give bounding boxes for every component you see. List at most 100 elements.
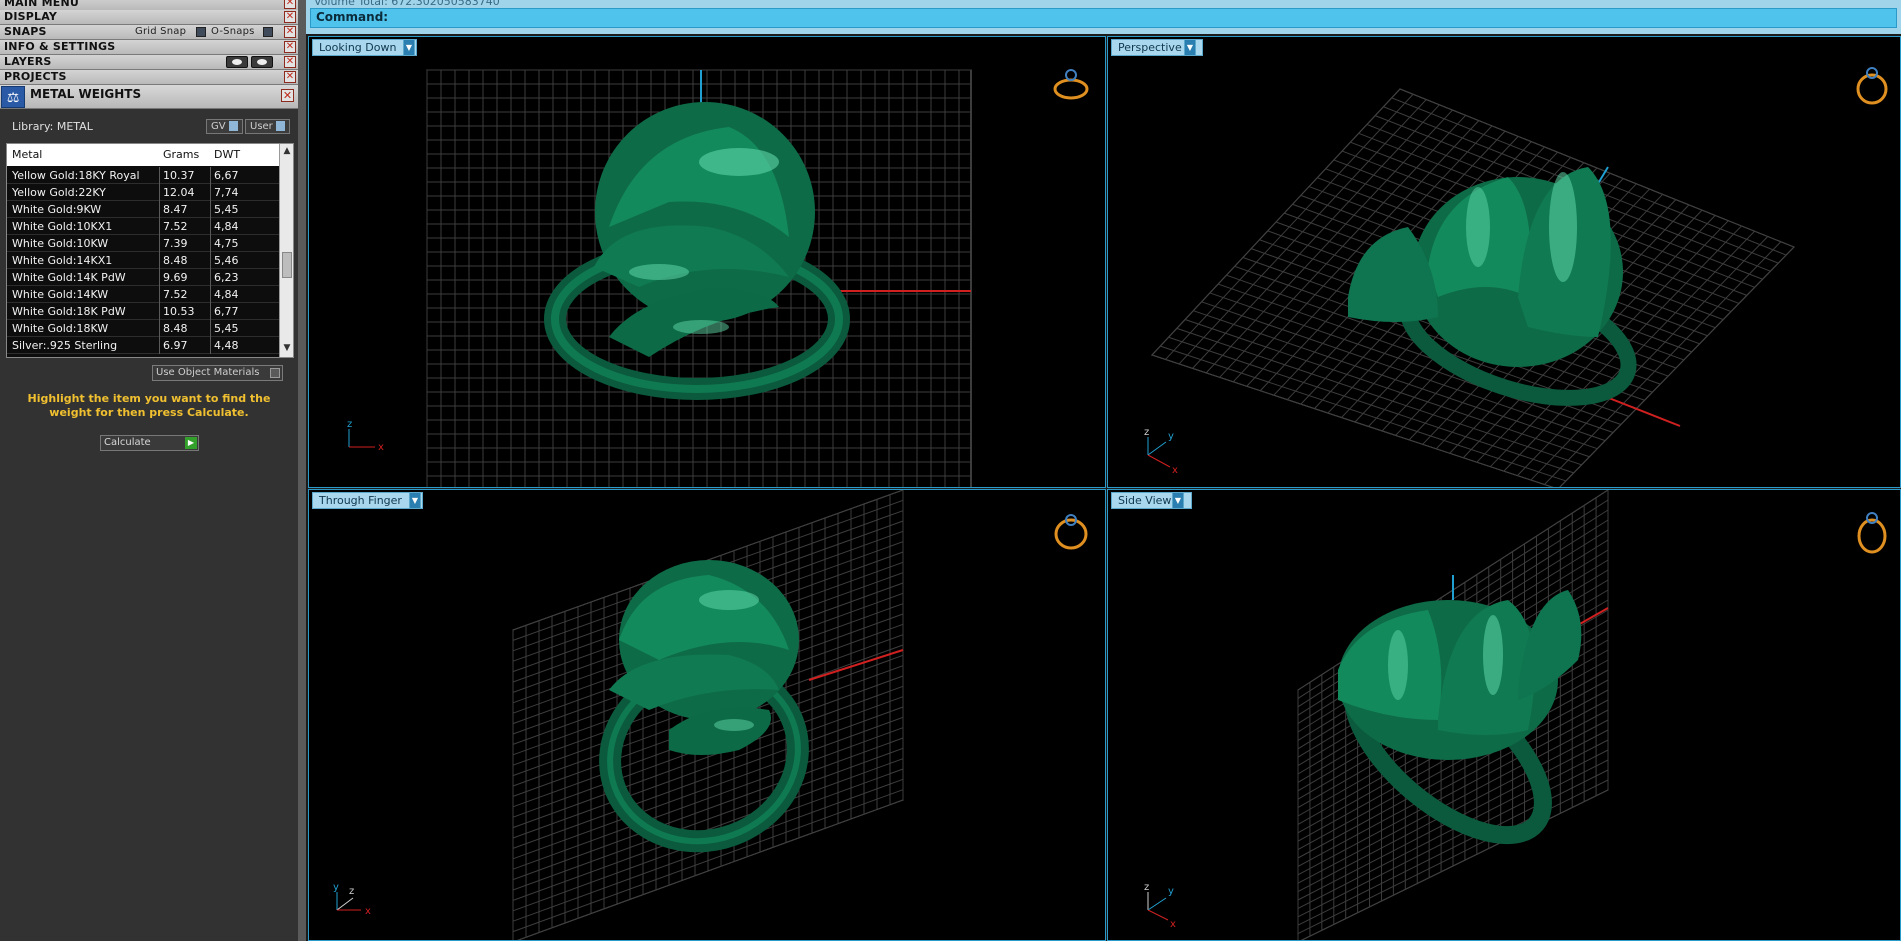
viewport-label-looking-down[interactable]: Looking Down [312,39,418,56]
dropdown-icon[interactable]: ▼ [1172,492,1184,509]
command-input[interactable] [310,8,1897,28]
o-snaps-toggle[interactable] [263,27,273,37]
cell-grams: 8.48 [163,254,188,267]
gv-toggle[interactable]: GV [206,119,243,134]
viewport-looking-down[interactable]: z x Looking Down ▼ [308,36,1106,488]
viewport-looking-down-canvas: z x [347,69,1089,487]
column-header-dwt[interactable]: DWT [214,148,240,161]
checkbox-icon[interactable] [270,368,280,378]
viewport-title: Side View [1118,494,1172,507]
calculate-button[interactable]: Calculate ▶ [100,435,199,451]
table-header: Metal Grams DWT [7,144,279,166]
volume-total: Volume Total: 672.302050583740 [314,0,500,8]
cell-metal: White Gold:14K PdW [12,271,126,284]
cell-metal: White Gold:9KW [12,203,102,216]
close-icon[interactable]: ✕ [284,0,296,9]
viewport-title: Through Finger [319,494,402,507]
table-row[interactable]: White Gold:18K PdW 10.53 6,77 [7,303,279,320]
cell-grams: 8.48 [163,322,188,335]
column-separator [210,303,211,320]
dropdown-icon[interactable]: ▼ [409,492,421,509]
table-row[interactable]: Silver:.925 Sterling 6.97 4,48 [7,337,279,354]
column-separator [210,184,211,201]
menu-snaps[interactable]: SNAPS Grid Snap O-Snaps ✕ [0,25,298,40]
cell-dwt: 4,84 [214,220,239,233]
svg-text:y: y [333,882,339,893]
cell-grams: 7.39 [163,237,188,250]
menu-projects[interactable]: PROJECTS ✕ [0,70,298,85]
table-row-partial[interactable] [7,354,279,357]
grid-snap-toggle[interactable] [196,27,206,37]
play-icon[interactable]: ▶ [185,437,197,449]
menu-info-settings[interactable]: INFO & SETTINGS ✕ [0,40,298,55]
menu-main-label: MAIN MENU [4,0,79,9]
close-icon[interactable]: ✕ [281,89,294,102]
column-separator [210,235,211,252]
viewport-label-through-finger[interactable]: Through Finger [312,492,423,509]
app-window: MAIN MENU ✕ DISPLAY ✕ SNAPS Grid Snap O-… [0,0,1901,941]
column-header-metal[interactable]: Metal [12,148,42,161]
table-row[interactable]: White Gold:14K PdW 9.69 6,23 [7,269,279,286]
cell-dwt: 4,48 [214,339,239,352]
cell-dwt: 6,23 [214,271,239,284]
column-separator [159,218,160,235]
column-separator [159,303,160,320]
svg-text:z: z [347,419,352,430]
table-row[interactable]: White Gold:10KW 7.39 4,75 [7,235,279,252]
table-row[interactable]: White Gold:14KW 7.52 4,84 [7,286,279,303]
viewport-perspective[interactable]: z y x Perspective ▼ [1107,36,1901,488]
metal-table[interactable]: Metal Grams DWT Yellow Gold:18KY Royal 10… [6,143,294,358]
menu-snaps-label: SNAPS [4,25,47,38]
column-separator [159,337,160,354]
panel-divider[interactable] [298,0,306,941]
viewport-through-finger[interactable]: y z x Through Finger ▼ [308,489,1106,941]
hint-text: Highlight the item you want to find the … [27,392,271,419]
close-icon[interactable]: ✕ [284,11,296,23]
viewport-title: Looking Down [319,41,397,54]
cell-dwt: 4,84 [214,288,239,301]
column-separator [159,167,160,184]
table-row[interactable]: White Gold:18KW 8.48 5,45 [7,320,279,337]
close-icon[interactable]: ✕ [284,71,296,83]
table-row[interactable]: Yellow Gold:18KY Royal 10.37 6,67 [7,167,279,184]
scroll-up-icon[interactable]: ▲ [281,146,293,158]
svg-text:x: x [365,906,371,917]
dropdown-icon[interactable]: ▼ [403,39,415,56]
use-object-materials-button[interactable]: Use Object Materials [152,365,283,381]
column-header-grams[interactable]: Grams [163,148,199,161]
table-scrollbar[interactable]: ▲ ▼ [279,144,293,357]
scroll-thumb[interactable] [282,252,292,278]
close-icon[interactable]: ✕ [284,56,296,68]
ring-icon [1053,69,1089,100]
axis-indicator-icon: z y x [1144,427,1178,476]
cell-dwt: 4,75 [214,237,239,250]
axis-indicator-icon: z x [347,419,384,453]
table-row[interactable]: White Gold:14KX1 8.48 5,46 [7,252,279,269]
menu-layers[interactable]: LAYERS ✕ [0,55,298,70]
table-row[interactable]: White Gold:9KW 8.47 5,45 [7,201,279,218]
cell-grams: 8.47 [163,203,188,216]
scroll-down-icon[interactable]: ▼ [281,343,293,355]
calculate-label: Calculate [104,437,151,448]
viewport-title: Perspective [1118,41,1182,54]
user-toggle[interactable]: User [245,119,290,134]
table-row[interactable]: Yellow Gold:22KY 12.04 7,74 [7,184,279,201]
close-icon[interactable]: ✕ [284,41,296,53]
table-row[interactable]: White Gold:10KX1 7.52 4,84 [7,218,279,235]
ring-icon [1856,67,1888,105]
library-label: Library: METAL [12,120,93,133]
menu-display[interactable]: DISPLAY ✕ [0,10,298,25]
cell-dwt: 6,77 [214,305,239,318]
dropdown-icon[interactable]: ▼ [1184,39,1196,56]
viewport-through-finger-canvas: y z x [333,490,1088,940]
cell-grams: 10.53 [163,305,195,318]
menu-info-label: INFO & SETTINGS [4,40,116,53]
column-separator [210,320,211,337]
viewport-side-view[interactable]: z y x Side View ▼ [1107,489,1901,941]
layer-toggle-button[interactable] [226,56,248,68]
close-icon[interactable]: ✕ [284,26,296,38]
cell-metal: White Gold:10KX1 [12,220,113,233]
eye-icon[interactable] [251,56,273,68]
menu-layers-label: LAYERS [4,55,52,68]
use-object-materials-label: Use Object Materials [156,367,260,378]
